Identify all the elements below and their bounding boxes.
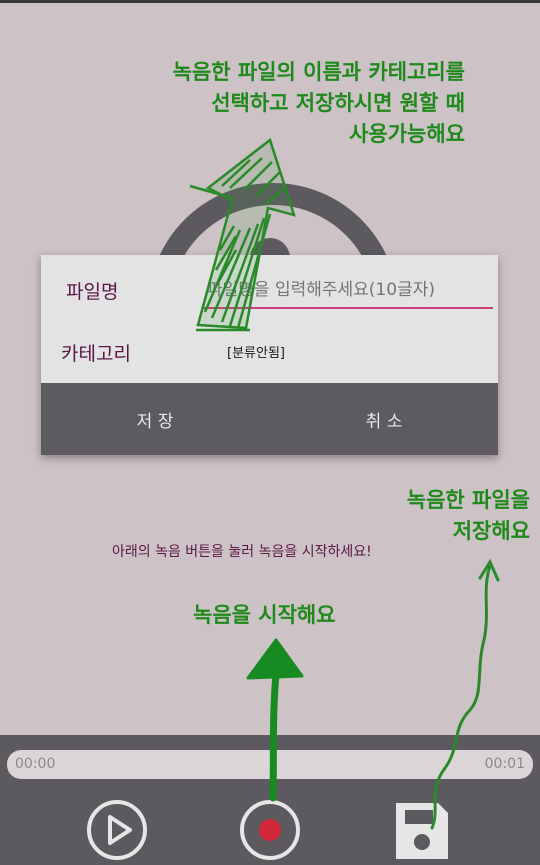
time-total: 00:01 xyxy=(484,756,525,772)
cancel-button[interactable]: 취 소 xyxy=(270,383,498,455)
record-button[interactable] xyxy=(239,799,301,861)
hint-save-dialog: 녹음한 파일의 이름과 카테고리를 선택하고 저장하시면 원할 때 사용가능해요 xyxy=(120,57,465,150)
play-icon xyxy=(87,800,147,860)
category-label: 카테고리 xyxy=(61,343,131,365)
record-icon xyxy=(240,800,300,860)
save-file-button[interactable] xyxy=(394,801,450,861)
hint-save-line-2: 선택하고 저장하시면 원할 때 xyxy=(211,91,465,115)
filename-input[interactable] xyxy=(203,273,493,309)
record-instruction: 아래의 녹음 버튼을 눌러 녹음을 시작하세요! xyxy=(112,544,372,560)
dialog-button-bar: 저 장 취 소 xyxy=(41,383,498,455)
save-button[interactable]: 저 장 xyxy=(41,383,269,455)
hint-save-line-3: 사용가능해요 xyxy=(349,122,465,146)
save-dialog-body: 파일명 카테고리 [분류안됨] xyxy=(41,255,498,383)
hint-save-file: 녹음한 파일을 저장해요 xyxy=(360,485,530,547)
category-select[interactable]: [분류안됨] xyxy=(227,342,285,361)
save-icon xyxy=(396,803,448,859)
hint-save-line-1: 녹음한 파일의 이름과 카테고리를 xyxy=(172,60,465,84)
hint-file-line-1: 녹음한 파일을 xyxy=(406,488,530,512)
status-bar xyxy=(0,0,540,3)
player-panel: 00:00 00:01 xyxy=(0,735,540,865)
play-button[interactable] xyxy=(86,799,148,861)
seek-bar[interactable]: 00:00 00:01 xyxy=(7,750,533,779)
hint-record: 녹음을 시작해요 xyxy=(193,603,336,627)
hint-file-line-2: 저장해요 xyxy=(452,519,530,543)
time-current: 00:00 xyxy=(15,756,56,772)
filename-label: 파일명 xyxy=(66,281,119,303)
save-dialog: 파일명 카테고리 [분류안됨] 저 장 취 소 xyxy=(41,255,498,455)
